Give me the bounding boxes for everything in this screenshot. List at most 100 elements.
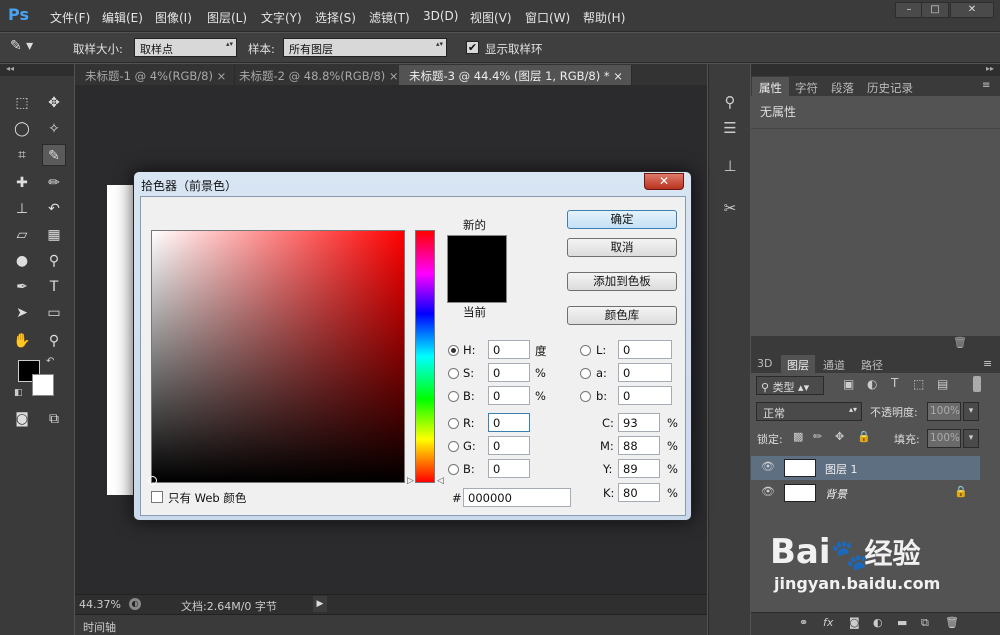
timeline-label[interactable]: 时间轴: [83, 619, 116, 635]
saturation-input[interactable]: 0: [488, 363, 530, 382]
hand-tool-icon[interactable]: ✋: [10, 330, 34, 352]
sample-size-select[interactable]: 取样点: [134, 38, 237, 57]
color-field[interactable]: [148, 230, 405, 485]
tab-layers[interactable]: 图层: [781, 355, 815, 373]
layers-menu-icon[interactable]: ≡: [983, 357, 992, 370]
healing-brush-tool-icon[interactable]: ✚: [10, 172, 34, 194]
blue-radio[interactable]: [448, 464, 459, 475]
menu-filter[interactable]: 滤镜(T): [369, 9, 410, 26]
magenta-input[interactable]: 88: [618, 436, 660, 455]
tab-history[interactable]: 历史记录: [860, 77, 920, 96]
zoom-tool-icon[interactable]: ⚲: [42, 330, 66, 352]
opacity-field[interactable]: 100%: [927, 402, 961, 421]
lock-all-icon[interactable]: 🔒: [857, 430, 871, 443]
hue-radio[interactable]: [448, 345, 459, 356]
hue-slider-left-arrow-icon[interactable]: ▷: [407, 476, 414, 486]
lock-pixels-icon[interactable]: ✏: [813, 430, 822, 443]
new-layer-icon[interactable]: ⧉: [921, 616, 929, 630]
tool-presets-icon[interactable]: ✂: [717, 196, 743, 220]
panel-menu-icon[interactable]: ≡: [982, 80, 990, 91]
quick-mask-icon[interactable]: ◙: [10, 408, 34, 430]
menu-help[interactable]: 帮助(H): [583, 9, 625, 26]
panel-collapse-icon[interactable]: ◂◂: [0, 64, 74, 76]
tab-doc-2[interactable]: 未标题-2 @ 48.8%(RGB/8) ×: [229, 65, 408, 85]
adjustments-icon[interactable]: ☰: [717, 116, 743, 140]
tab-doc-3[interactable]: 未标题-3 @ 44.4% (图层 1, RGB/8) * ×: [399, 65, 632, 85]
brush-tool-icon[interactable]: ✏: [42, 172, 66, 194]
menu-window[interactable]: 窗口(W): [525, 9, 570, 26]
dodge-tool-icon[interactable]: ⚲: [42, 250, 66, 272]
blur-tool-icon[interactable]: ●: [10, 250, 34, 272]
move-tool-icon[interactable]: ✥: [42, 92, 66, 114]
eraser-tool-icon[interactable]: ▱: [10, 224, 34, 246]
zoom-level[interactable]: 44.37%: [79, 598, 121, 611]
minimize-button[interactable]: –: [895, 2, 923, 18]
path-selection-tool-icon[interactable]: ➤: [10, 302, 34, 324]
background-color-swatch[interactable]: [32, 374, 54, 396]
eyedropper-icon[interactable]: ✎ ▾: [10, 38, 50, 58]
blue-input[interactable]: 0: [488, 459, 530, 478]
opacity-dropdown-icon[interactable]: ▾: [963, 402, 979, 421]
dialog-close-button[interactable]: ✕: [644, 173, 684, 190]
filter-toggle[interactable]: [973, 376, 981, 392]
filter-type-icon[interactable]: T: [891, 376, 898, 390]
tab-character[interactable]: 字符: [788, 77, 825, 96]
menu-image[interactable]: 图像(I): [155, 9, 192, 26]
maximize-button[interactable]: □: [921, 2, 949, 18]
trash-icon[interactable]: 🗑: [953, 336, 967, 349]
color-field-cursor[interactable]: [148, 476, 157, 485]
lab-l-input[interactable]: 0: [618, 340, 672, 359]
menu-type[interactable]: 文字(Y): [261, 9, 302, 26]
tab-paragraph[interactable]: 段落: [824, 77, 861, 96]
color-libraries-button[interactable]: 颜色库: [567, 306, 677, 325]
magic-wand-tool-icon[interactable]: ✧: [42, 118, 66, 140]
green-radio[interactable]: [448, 441, 459, 452]
rectangle-tool-icon[interactable]: ▭: [42, 302, 66, 324]
tab-paths[interactable]: 路径: [861, 357, 883, 373]
yellow-input[interactable]: 89: [618, 459, 660, 478]
eyedropper-tool-icon[interactable]: ✎: [42, 144, 66, 166]
fx-icon[interactable]: fx: [823, 616, 833, 629]
close-tab-icon[interactable]: ×: [217, 69, 227, 83]
green-input[interactable]: 0: [488, 436, 530, 455]
add-to-swatches-button[interactable]: 添加到色板: [567, 272, 677, 291]
adjustment-layer-icon[interactable]: ◐: [873, 616, 883, 629]
black-input[interactable]: 80: [618, 483, 660, 502]
visibility-eye-icon[interactable]: 👁: [761, 485, 775, 498]
layer-filter-select[interactable]: ⚲ 类型 ▴▾: [756, 376, 824, 395]
add-mask-icon[interactable]: ◙: [849, 616, 860, 629]
show-ring-checkbox[interactable]: ✔: [466, 41, 479, 54]
close-tab-icon[interactable]: ×: [613, 69, 623, 83]
lock-position-icon[interactable]: ✥: [835, 430, 844, 443]
history-brush-tool-icon[interactable]: ↶: [42, 198, 66, 220]
screen-mode-icon[interactable]: ⧉: [42, 408, 66, 430]
marquee-tool-icon[interactable]: ⬚: [10, 92, 34, 114]
close-tab-icon[interactable]: ×: [389, 69, 399, 83]
layer-name[interactable]: 图层 1: [825, 461, 858, 477]
web-colors-only-checkbox[interactable]: [151, 491, 163, 503]
clone-source-icon[interactable]: ⊥: [717, 154, 743, 178]
lab-b-radio[interactable]: [580, 391, 591, 402]
brightness-radio[interactable]: [448, 391, 459, 402]
visibility-eye-icon[interactable]: 👁: [761, 460, 775, 473]
crop-tool-icon[interactable]: ⌗: [10, 144, 34, 166]
tab-properties[interactable]: 属性: [752, 77, 789, 96]
tab-doc-1[interactable]: 未标题-1 @ 4%(RGB/8) ×: [75, 65, 236, 85]
cancel-button[interactable]: 取消: [567, 238, 677, 257]
menu-select[interactable]: 选择(S): [315, 9, 356, 26]
link-layers-icon[interactable]: ⚭: [799, 616, 808, 629]
share-icon[interactable]: ◐: [129, 598, 141, 610]
layer-row-background[interactable]: 👁 背景 🔒: [751, 481, 980, 505]
red-input[interactable]: 0: [488, 413, 530, 432]
fill-dropdown-icon[interactable]: ▾: [963, 429, 979, 448]
close-window-button[interactable]: ✕: [950, 2, 994, 18]
ok-button[interactable]: 确定: [567, 210, 677, 229]
blend-mode-select[interactable]: 正常 ▴▾: [756, 402, 862, 421]
fill-field[interactable]: 100%: [927, 429, 961, 448]
lab-a-input[interactable]: 0: [618, 363, 672, 382]
brightness-input[interactable]: 0: [488, 386, 530, 405]
lasso-tool-icon[interactable]: ◯: [10, 118, 34, 140]
gradient-tool-icon[interactable]: ▦: [42, 224, 66, 246]
panel-collapse-icon[interactable]: ▸▸: [751, 64, 1000, 76]
lab-a-radio[interactable]: [580, 368, 591, 379]
